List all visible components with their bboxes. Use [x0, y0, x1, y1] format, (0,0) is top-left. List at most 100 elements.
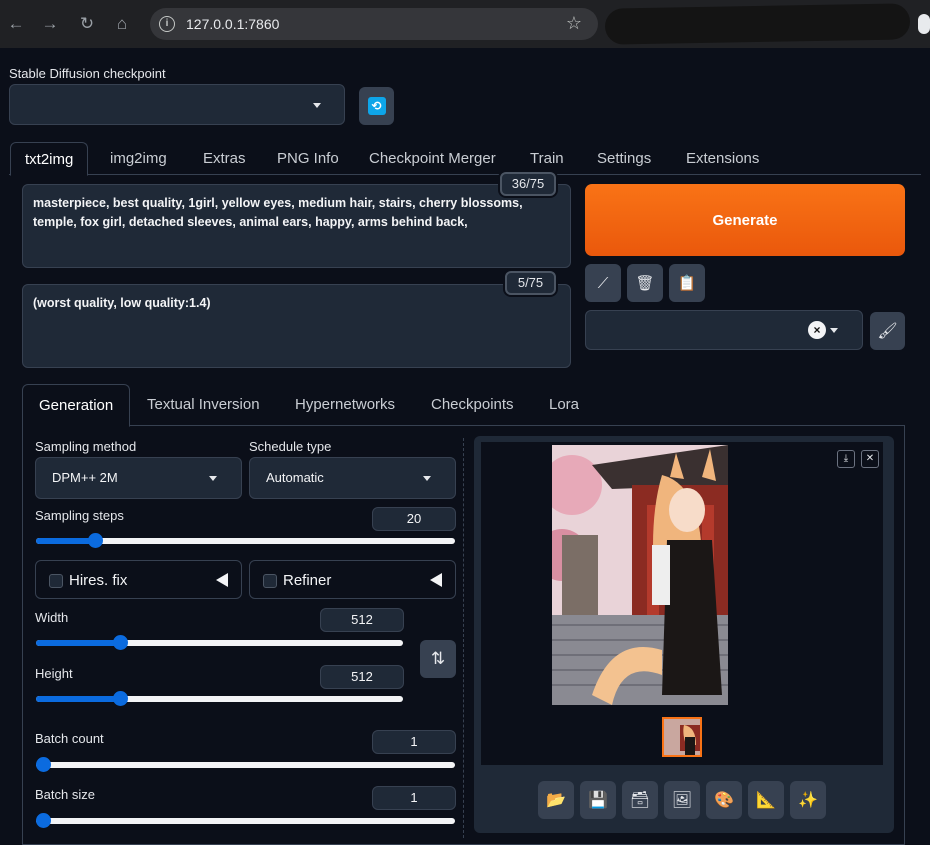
clipboard-icon: 📋	[677, 275, 697, 292]
column-divider	[463, 438, 464, 838]
tab-settings[interactable]: Settings	[583, 142, 665, 175]
batch-count-label: Batch count	[35, 731, 104, 746]
generated-image[interactable]	[552, 445, 728, 705]
tab-extras[interactable]: Extras	[189, 142, 260, 175]
image-icon: 🖼	[671, 792, 693, 809]
tab-img2img[interactable]: img2img	[96, 142, 181, 175]
swap-arrows-icon: ⇅	[430, 649, 446, 668]
tab-train[interactable]: Train	[516, 142, 578, 175]
checkpoint-dropdown[interactable]	[9, 84, 345, 125]
tab-checkpoint-merger[interactable]: Checkpoint Merger	[355, 142, 510, 175]
gallery-thumbnail[interactable]	[662, 717, 702, 757]
refiner-label: Refiner	[283, 572, 332, 589]
close-icon[interactable]: ✕	[861, 450, 879, 468]
chevron-down-icon	[830, 328, 838, 333]
paintbrush-icon: 🖌	[877, 323, 898, 340]
tab-generation[interactable]: Generation	[22, 384, 131, 427]
sampling-steps-label: Sampling steps	[35, 508, 124, 523]
bookmark-star-icon[interactable]: ☆	[566, 13, 582, 34]
width-label: Width	[35, 610, 69, 625]
tab-png-info[interactable]: PNG Info	[263, 142, 353, 175]
trash-icon: 🗑	[635, 275, 655, 292]
slider-thumb[interactable]	[36, 757, 51, 772]
paste-style-button[interactable]: 📋	[669, 264, 705, 302]
sparkles-icon: ✨	[798, 792, 818, 809]
redacted-area	[604, 3, 911, 45]
width-slider[interactable]	[36, 635, 403, 650]
tab-extensions[interactable]: Extensions	[672, 142, 773, 175]
positive-token-counter: 36/75	[500, 172, 556, 196]
archive-icon: 🗃	[629, 792, 651, 809]
collapse-triangle-icon[interactable]	[430, 573, 442, 587]
negative-token-counter: 5/75	[505, 271, 556, 295]
hires-fix-checkbox[interactable]	[49, 574, 63, 588]
refiner-checkbox[interactable]	[263, 574, 277, 588]
site-info-icon[interactable]: i	[159, 16, 175, 32]
batch-size-input[interactable]: 1	[372, 786, 456, 810]
chevron-down-icon	[209, 476, 217, 481]
refiner-accordion[interactable]: Refiner	[249, 560, 456, 599]
url-text: 127.0.0.1:7860	[186, 16, 280, 32]
browser-menu-icon[interactable]	[918, 14, 930, 34]
positive-prompt-input[interactable]: masterpiece, best quality, 1girl, yellow…	[22, 184, 571, 268]
send-to-inpaint-button[interactable]: 🎨	[706, 781, 742, 819]
negative-prompt-input[interactable]: (worst quality, low quality:1.4)	[22, 284, 571, 368]
home-icon[interactable]: ⌂	[110, 12, 134, 36]
reload-icon[interactable]: ↻	[75, 12, 99, 36]
generate-button[interactable]: Generate	[585, 184, 905, 256]
palette-icon: 🎨	[714, 792, 734, 809]
refresh-icon: ⟲	[367, 97, 386, 115]
edit-styles-button[interactable]: 🖌	[870, 312, 905, 350]
download-icon[interactable]: ⤓	[837, 450, 855, 468]
address-bar[interactable]: i 127.0.0.1:7860 ☆	[150, 8, 598, 40]
schedule-type-label: Schedule type	[249, 439, 332, 454]
send-to-extras-button[interactable]: 📐	[748, 781, 784, 819]
tab-txt2img[interactable]: txt2img	[10, 142, 89, 176]
tab-lora[interactable]: Lora	[533, 384, 595, 426]
save-button[interactable]: 💾	[580, 781, 616, 819]
collapse-triangle-icon[interactable]	[216, 573, 228, 587]
schedule-type-dropdown[interactable]: Automatic	[249, 457, 456, 499]
open-folder-button[interactable]: 📂	[538, 781, 574, 819]
sampling-method-label: Sampling method	[35, 439, 137, 454]
arrow-diagonal-icon: ⟋	[597, 274, 609, 292]
height-label: Height	[35, 666, 73, 681]
read-params-button[interactable]: ⟋	[585, 264, 621, 302]
schedule-type-value: Automatic	[266, 470, 324, 485]
chevron-down-icon	[313, 103, 321, 108]
clear-prompt-button[interactable]: 🗑	[627, 264, 663, 302]
sampling-steps-input[interactable]: 20	[372, 507, 456, 531]
height-slider[interactable]	[36, 691, 403, 706]
tab-textual-inversion[interactable]: Textual Inversion	[131, 384, 276, 426]
sampling-steps-slider[interactable]	[36, 533, 455, 548]
zip-button[interactable]: 🗃	[622, 781, 658, 819]
sampling-method-dropdown[interactable]: DPM++ 2M	[35, 457, 242, 499]
browser-toolbar: ← → ↻ ⌂ i 127.0.0.1:7860 ☆	[0, 0, 930, 48]
triangle-ruler-icon: 📐	[756, 792, 776, 809]
forward-arrow-icon[interactable]: →	[38, 12, 62, 36]
batch-count-slider[interactable]	[36, 757, 455, 772]
tab-checkpoints[interactable]: Checkpoints	[415, 384, 530, 426]
batch-count-input[interactable]: 1	[372, 730, 456, 754]
checkpoint-label: Stable Diffusion checkpoint	[9, 66, 166, 81]
save-icon: 💾	[588, 792, 608, 809]
clear-icon[interactable]: ×	[808, 321, 826, 339]
sub-tabs: Generation Textual Inversion Hypernetwor…	[22, 384, 905, 427]
back-arrow-icon[interactable]: ←	[4, 12, 28, 36]
width-input[interactable]: 512	[320, 608, 404, 632]
hires-fix-label: Hires. fix	[69, 572, 128, 589]
tab-hypernetworks[interactable]: Hypernetworks	[279, 384, 411, 426]
main-tabs: txt2img img2img Extras PNG Info Checkpoi…	[9, 142, 921, 176]
send-to-img2img-button[interactable]: 🖼	[664, 781, 700, 819]
styles-dropdown[interactable]: ×	[585, 310, 863, 350]
refresh-checkpoint-button[interactable]: ⟲	[359, 87, 394, 125]
slider-thumb[interactable]	[36, 813, 51, 828]
height-input[interactable]: 512	[320, 665, 404, 689]
batch-size-slider[interactable]	[36, 813, 455, 828]
sampling-method-value: DPM++ 2M	[52, 470, 118, 485]
hires-fix-accordion[interactable]: Hires. fix	[35, 560, 242, 599]
swap-dimensions-button[interactable]: ⇅	[420, 640, 456, 678]
batch-size-label: Batch size	[35, 787, 95, 802]
slider-thumb[interactable]	[87, 533, 103, 548]
upscale-button[interactable]: ✨	[790, 781, 826, 819]
